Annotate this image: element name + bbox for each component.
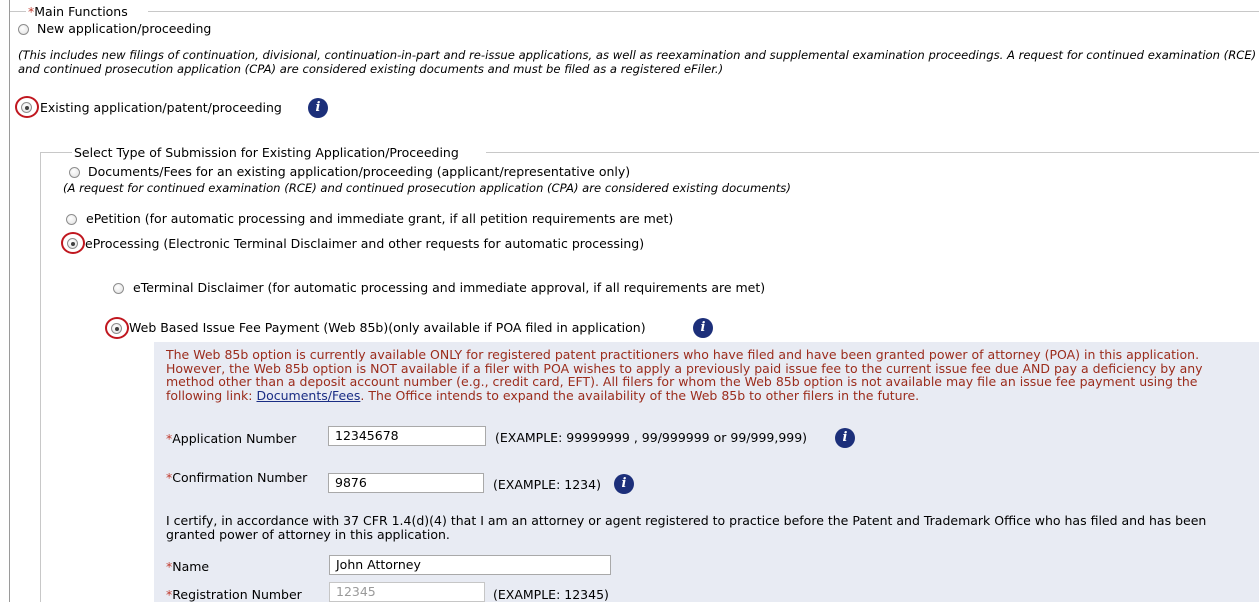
name-label: *Name xyxy=(166,559,210,574)
info-icon[interactable]: i xyxy=(835,428,855,448)
registration-number-label: *Registration Number xyxy=(166,587,302,602)
main-functions-fieldset-border xyxy=(10,11,26,12)
main-functions-fieldset-border-right xyxy=(148,11,1259,12)
documents-fees-label: Documents/Fees for an existing applicati… xyxy=(88,164,631,179)
documents-fees-radio[interactable] xyxy=(69,167,80,178)
new-application-note: (This includes new filings of continuati… xyxy=(18,48,1257,76)
section-border xyxy=(9,0,10,602)
new-application-label: New application/proceeding xyxy=(37,21,212,36)
epetition-radio[interactable] xyxy=(66,214,77,225)
name-input[interactable]: John Attorney xyxy=(329,555,611,575)
new-application-radio[interactable] xyxy=(18,24,29,35)
application-number-label: *Application Number xyxy=(166,431,297,446)
certification-text: I certify, in accordance with 37 CFR 1.4… xyxy=(166,513,1207,542)
eterminal-disclaimer-label: eTerminal Disclaimer (for automatic proc… xyxy=(133,280,766,295)
submission-type-legend: Select Type of Submission for Existing A… xyxy=(74,145,459,160)
documents-fees-note: (A request for continued examination (RC… xyxy=(63,181,791,195)
application-number-example: (EXAMPLE: 99999999 , 99/999999 or 99/999… xyxy=(495,430,808,445)
registration-number-input[interactable]: 12345 xyxy=(329,582,485,602)
eprocessing-label: eProcessing (Electronic Terminal Disclai… xyxy=(85,236,645,251)
application-number-input[interactable]: 12345678 xyxy=(328,426,486,446)
main-functions-legend: *Main Functions xyxy=(28,4,128,19)
info-icon[interactable]: i xyxy=(693,318,713,338)
documents-fees-link[interactable]: Documents/Fees xyxy=(256,388,360,403)
submission-fieldset-border-right xyxy=(486,152,1259,153)
eprocessing-radio[interactable] xyxy=(67,238,78,249)
epetition-label: ePetition (for automatic processing and … xyxy=(86,211,674,226)
existing-application-label: Existing application/patent/proceeding xyxy=(40,100,282,115)
confirmation-number-example: (EXAMPLE: 1234) xyxy=(493,477,601,492)
confirmation-number-input[interactable]: 9876 xyxy=(328,473,484,493)
info-icon[interactable]: i xyxy=(308,98,328,118)
confirmation-number-label: *Confirmation Number xyxy=(166,470,308,485)
eterminal-disclaimer-radio[interactable] xyxy=(113,283,124,294)
web85b-label: Web Based Issue Fee Payment (Web 85b)(on… xyxy=(129,320,646,335)
submission-fieldset-border-left xyxy=(40,152,72,153)
web85b-notice: The Web 85b option is currently availabl… xyxy=(166,347,1203,403)
info-icon[interactable]: i xyxy=(614,474,634,494)
registration-number-example: (EXAMPLE: 12345) xyxy=(493,587,609,602)
existing-application-radio[interactable] xyxy=(21,102,32,113)
web85b-radio[interactable] xyxy=(111,323,122,334)
submission-rule-vertical xyxy=(40,152,41,602)
